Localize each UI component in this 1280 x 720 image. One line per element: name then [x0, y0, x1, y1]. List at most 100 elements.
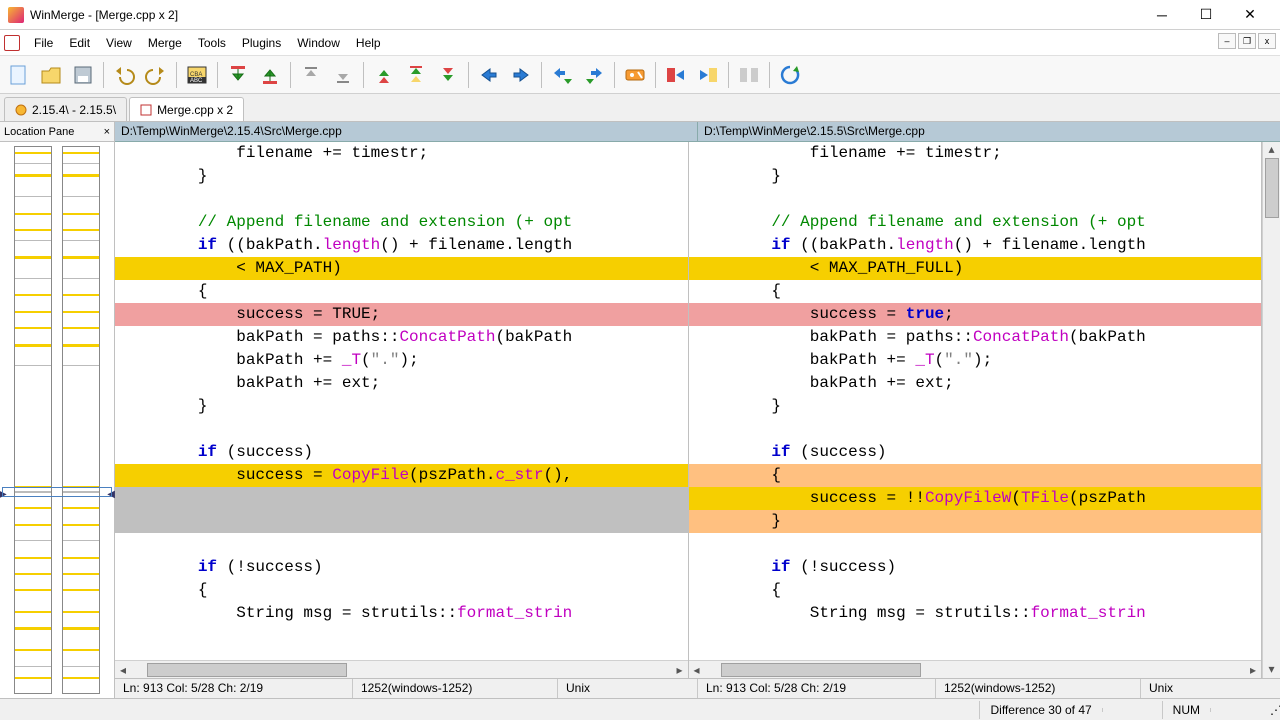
location-bar-left[interactable] — [14, 146, 52, 694]
code-line[interactable]: } — [689, 165, 1262, 188]
undo-button[interactable] — [109, 60, 139, 90]
code-line[interactable]: String msg = strutils::format_strin — [115, 602, 688, 625]
menu-plugins[interactable]: Plugins — [234, 32, 289, 54]
app-status-bar: Difference 30 of 47 NUM ⋰ — [0, 698, 1280, 720]
next-diff-button[interactable] — [223, 60, 253, 90]
save-button[interactable] — [68, 60, 98, 90]
code-line[interactable]: filename += timestr; — [115, 142, 688, 165]
copy-right-button[interactable] — [474, 60, 504, 90]
code-line[interactable]: { — [689, 579, 1262, 602]
code-line[interactable]: bakPath += ext; — [689, 372, 1262, 395]
left-code-view[interactable]: filename += timestr; } // Append filenam… — [115, 142, 688, 660]
first-diff-button[interactable] — [296, 60, 326, 90]
location-pane-header: Location Pane × — [0, 122, 114, 142]
code-line[interactable] — [115, 487, 688, 510]
code-line[interactable] — [115, 533, 688, 556]
code-line[interactable]: { — [115, 280, 688, 303]
mdi-restore-button[interactable]: ❐ — [1238, 33, 1256, 49]
window-title: WinMerge - [Merge.cpp x 2] — [30, 8, 1140, 22]
code-panes: filename += timestr; } // Append filenam… — [115, 142, 1280, 678]
location-pane-body[interactable]: ▶ ◀ — [0, 142, 114, 698]
code-line[interactable]: if ((bakPath.length() + filename.length — [689, 234, 1262, 257]
code-line[interactable] — [689, 418, 1262, 441]
code-line[interactable]: bakPath += _T("."); — [115, 349, 688, 372]
right-code-view[interactable]: filename += timestr; } // Append filenam… — [689, 142, 1262, 660]
minimize-button[interactable]: ─ — [1140, 1, 1184, 29]
location-pane-title: Location Pane — [4, 126, 74, 138]
code-line[interactable]: } — [115, 165, 688, 188]
menu-help[interactable]: Help — [348, 32, 389, 54]
menu-merge[interactable]: Merge — [140, 32, 190, 54]
document-icon — [4, 35, 20, 51]
new-button[interactable] — [4, 60, 34, 90]
code-line[interactable]: { — [689, 280, 1262, 303]
code-line[interactable]: bakPath += ext; — [115, 372, 688, 395]
mdi-close-button[interactable]: x — [1258, 33, 1276, 49]
code-line[interactable]: bakPath = paths::ConcatPath(bakPath — [689, 326, 1262, 349]
all-left-button[interactable] — [693, 60, 723, 90]
code-line[interactable]: < MAX_PATH_FULL) — [689, 257, 1262, 280]
prev-conflict-button[interactable] — [369, 60, 399, 90]
code-line[interactable]: bakPath = paths::ConcatPath(bakPath — [115, 326, 688, 349]
right-file-path[interactable]: D:\Temp\WinMerge\2.15.5\Src\Merge.cpp — [698, 122, 1280, 141]
tab-file-compare[interactable]: Merge.cpp x 2 — [129, 97, 244, 121]
code-line[interactable]: { — [689, 464, 1262, 487]
code-line[interactable]: if ((bakPath.length() + filename.length — [115, 234, 688, 257]
maximize-button[interactable]: ☐ — [1184, 1, 1228, 29]
mdi-minimize-button[interactable]: – — [1218, 33, 1236, 49]
code-line[interactable]: success = true; — [689, 303, 1262, 326]
code-line[interactable]: if (success) — [115, 441, 688, 464]
code-line[interactable]: } — [689, 510, 1262, 533]
first-conflict-button[interactable] — [401, 60, 431, 90]
code-line[interactable]: success = !!CopyFileW(TFile(pszPath — [689, 487, 1262, 510]
tab-folder-compare[interactable]: 2.15.4\ - 2.15.5\ — [4, 97, 127, 121]
copy-left-advance-button[interactable] — [579, 60, 609, 90]
copy-left-button[interactable] — [506, 60, 536, 90]
code-line[interactable]: success = TRUE; — [115, 303, 688, 326]
code-line[interactable] — [689, 188, 1262, 211]
menu-edit[interactable]: Edit — [61, 32, 98, 54]
code-line[interactable] — [115, 510, 688, 533]
refresh-button[interactable] — [775, 60, 805, 90]
code-line[interactable]: filename += timestr; — [689, 142, 1262, 165]
vertical-scrollbar[interactable]: ▴▾ — [1262, 142, 1280, 678]
all-right-button[interactable] — [661, 60, 691, 90]
code-line[interactable]: if (success) — [689, 441, 1262, 464]
code-line[interactable]: } — [689, 395, 1262, 418]
code-line[interactable]: } — [115, 395, 688, 418]
code-line[interactable]: bakPath += _T("."); — [689, 349, 1262, 372]
location-pane-close-icon[interactable]: × — [104, 126, 110, 138]
menu-window[interactable]: Window — [289, 32, 348, 54]
code-line[interactable]: < MAX_PATH) — [115, 257, 688, 280]
folder-compare-icon — [15, 104, 27, 116]
prev-diff-button[interactable] — [255, 60, 285, 90]
last-diff-button[interactable] — [328, 60, 358, 90]
options-button[interactable] — [620, 60, 650, 90]
editor-status-bar: Ln: 913 Col: 5/28 Ch: 2/19 1252(windows-… — [115, 678, 1280, 698]
main-area: Location Pane × ▶ ◀ D:\Temp\WinMerge\2.1… — [0, 122, 1280, 698]
open-button[interactable] — [36, 60, 66, 90]
menu-view[interactable]: View — [98, 32, 140, 54]
left-horizontal-scrollbar[interactable]: ◂▸ — [115, 660, 688, 678]
menu-tools[interactable]: Tools — [190, 32, 234, 54]
code-line[interactable] — [115, 188, 688, 211]
redo-button[interactable] — [141, 60, 171, 90]
code-line[interactable]: { — [115, 579, 688, 602]
code-line[interactable]: if (!success) — [689, 556, 1262, 579]
location-bar-right[interactable] — [62, 146, 100, 694]
auto-merge-button[interactable] — [734, 60, 764, 90]
code-line[interactable]: String msg = strutils::format_strin — [689, 602, 1262, 625]
close-button[interactable]: ✕ — [1228, 1, 1272, 29]
left-file-path[interactable]: D:\Temp\WinMerge\2.15.4\Src\Merge.cpp — [115, 122, 698, 141]
right-horizontal-scrollbar[interactable]: ◂▸ — [689, 660, 1262, 678]
copy-right-advance-button[interactable] — [547, 60, 577, 90]
menu-file[interactable]: File — [26, 32, 61, 54]
code-line[interactable] — [689, 533, 1262, 556]
code-line[interactable]: // Append filename and extension (+ opt — [689, 211, 1262, 234]
code-line[interactable]: if (!success) — [115, 556, 688, 579]
code-line[interactable]: success = CopyFile(pszPath.c_str(), — [115, 464, 688, 487]
encoding-button[interactable]: CBAABC — [182, 60, 212, 90]
code-line[interactable] — [115, 418, 688, 441]
code-line[interactable]: // Append filename and extension (+ opt — [115, 211, 688, 234]
next-conflict-button[interactable] — [433, 60, 463, 90]
